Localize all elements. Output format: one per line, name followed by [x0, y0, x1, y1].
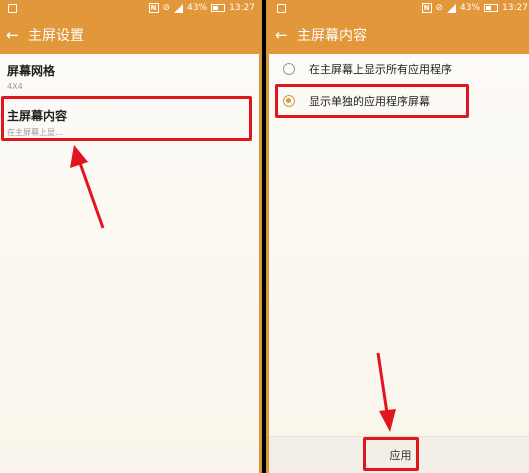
phone-left: N ⊘ 43% 13:27 ← 主屏设置 屏幕网格 4X4 主屏幕内容 在主屏幕… — [0, 0, 262, 473]
pointer-arrow-icon — [376, 352, 396, 432]
phone-right: N ⊘ 43% 13:27 ← 主屏幕内容 在主屏幕上显示所有应用程序 显示单独… — [266, 0, 529, 473]
pointer-arrow-icon — [70, 145, 105, 229]
